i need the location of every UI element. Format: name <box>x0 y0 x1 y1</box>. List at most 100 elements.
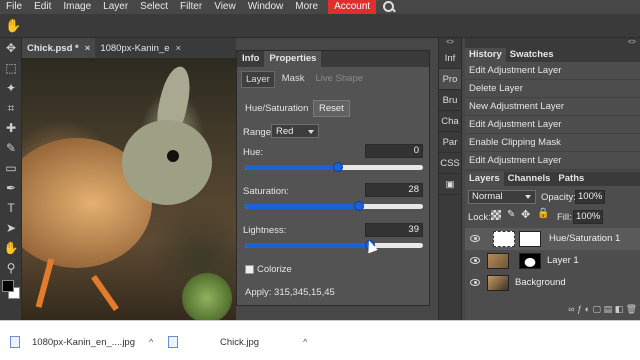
saturation-slider[interactable] <box>245 201 423 211</box>
tab-history[interactable]: History <box>465 48 506 62</box>
account-button[interactable]: Account <box>328 0 377 14</box>
tab-chick-psd[interactable]: Chick.psd * × <box>22 38 96 58</box>
hue-slider-thumb[interactable] <box>332 162 343 172</box>
close-icon[interactable]: × <box>176 43 182 54</box>
lock-paint-icon[interactable]: ✎ <box>507 209 515 220</box>
type-tool-icon[interactable]: T <box>3 200 19 216</box>
tab-properties[interactable]: Properties <box>264 51 322 67</box>
colorize-checkbox[interactable] <box>245 265 254 274</box>
collapsed-properties[interactable]: Pro <box>439 69 461 90</box>
layer-name: Hue/Saturation 1 <box>549 233 621 244</box>
history-item[interactable]: Edit Adjustment Layer <box>465 152 640 170</box>
canvas-rabbit-eye <box>167 150 179 162</box>
history-item[interactable]: Edit Adjustment Layer <box>465 62 640 80</box>
pen-tool-icon[interactable]: ✒ <box>3 180 19 196</box>
menu-filter[interactable]: Filter <box>174 0 208 14</box>
lock-transparency-icon[interactable] <box>491 210 501 220</box>
collapsed-paragraph[interactable]: Par <box>439 132 461 153</box>
saturation-value-field[interactable]: 28 <box>365 183 423 197</box>
subtab-live-shape[interactable]: Live Shape <box>311 71 367 88</box>
colorize-label: Colorize <box>257 264 292 275</box>
tab-kanin[interactable]: 1080px-Kanin_e × <box>95 38 186 58</box>
opacity-field[interactable]: 100% <box>575 190 605 204</box>
zoom-tool-icon[interactable]: ⚲ <box>3 260 19 276</box>
magic-wand-tool-icon[interactable]: ✦ <box>3 80 19 96</box>
saturation-label: Saturation: <box>243 186 289 197</box>
download-name: Chick.jpg <box>220 336 260 348</box>
eye-icon[interactable] <box>470 279 480 286</box>
hue-value-field[interactable]: 0 <box>365 144 423 158</box>
foreground-color-swatch[interactable] <box>2 280 14 292</box>
tab-layers[interactable]: Layers <box>465 172 504 186</box>
tab-channels[interactable]: Channels <box>504 172 555 186</box>
menu-select[interactable]: Select <box>134 0 174 14</box>
hue-slider[interactable] <box>245 162 423 172</box>
adjustment-title: Hue/Saturation <box>245 103 309 114</box>
menu-view[interactable]: View <box>208 0 242 14</box>
eye-icon[interactable] <box>470 257 480 264</box>
saturation-slider-thumb[interactable] <box>353 201 364 211</box>
history-item[interactable]: Delete Layer <box>465 80 640 98</box>
eye-icon[interactable] <box>470 235 480 242</box>
layer-row-hue-saturation[interactable]: Hue/Saturation 1 <box>465 228 640 250</box>
chevron-up-icon[interactable]: ^ <box>149 337 153 347</box>
hand-tool-icon[interactable]: ✋ <box>3 240 19 256</box>
tab-info[interactable]: Info <box>237 51 264 67</box>
panel-grip-icon[interactable]: <> <box>465 38 640 48</box>
crop-tool-icon[interactable]: ⌗ <box>3 100 19 116</box>
chevron-down-icon <box>525 195 531 199</box>
chevron-down-icon <box>308 130 314 134</box>
file-icon <box>10 336 20 348</box>
mask-thumbnail <box>519 253 541 269</box>
subtab-mask[interactable]: Mask <box>278 71 309 88</box>
healing-tool-icon[interactable]: ✚ <box>3 120 19 136</box>
panel-grip-icon[interactable]: <> <box>439 38 461 48</box>
marquee-tool-icon[interactable]: ⬚ <box>3 60 19 76</box>
menu-edit[interactable]: Edit <box>28 0 57 14</box>
collapsed-css[interactable]: CSS <box>439 153 461 174</box>
layer-name: Layer 1 <box>547 255 579 266</box>
document-canvas[interactable] <box>22 58 236 320</box>
search-icon[interactable] <box>382 0 396 14</box>
reset-button[interactable]: Reset <box>313 100 350 117</box>
tab-paths[interactable]: Paths <box>554 172 588 186</box>
canvas-chick-leg <box>35 258 55 308</box>
lightness-label: Lightness: <box>243 225 287 236</box>
download-item[interactable]: 1080px-Kanin_en_....jpg ^ <box>10 331 153 353</box>
tab-swatches[interactable]: Swatches <box>506 48 558 62</box>
history-item[interactable]: Edit Adjustment Layer <box>465 116 640 134</box>
layer-row-layer-1[interactable]: Layer 1 <box>465 250 640 272</box>
layer-actions-icons[interactable]: ∞ ƒ ◐ ▢ ▤ ◧ 🗑 <box>568 304 637 316</box>
blend-mode-select[interactable]: Normal <box>468 190 536 204</box>
hand-icon[interactable]: ✋ <box>5 18 21 34</box>
lightness-value-field[interactable]: 39 <box>365 223 423 237</box>
fill-field[interactable]: 100% <box>573 210 603 224</box>
menu-window[interactable]: Window <box>242 0 290 14</box>
gradient-tool-icon[interactable]: ▭ <box>3 160 19 176</box>
move-tool-icon[interactable]: ✥ <box>3 40 19 56</box>
range-select[interactable]: Red <box>271 124 319 138</box>
path-select-tool-icon[interactable]: ➤ <box>3 220 19 236</box>
menu-image[interactable]: Image <box>57 0 97 14</box>
lock-move-icon[interactable]: ✥ <box>521 208 530 221</box>
lock-label: Lock: <box>468 212 491 223</box>
collapsed-info[interactable]: Inf <box>439 48 461 69</box>
menu-layer[interactable]: Layer <box>97 0 134 14</box>
lock-all-icon[interactable]: 🔒 <box>537 208 549 219</box>
history-item[interactable]: Enable Clipping Mask <box>465 134 640 152</box>
chevron-up-icon[interactable]: ^ <box>303 337 307 347</box>
menu-more[interactable]: More <box>289 0 324 14</box>
download-item[interactable]: Chick.jpg ^ <box>168 331 307 353</box>
canvas-rabbit-head <box>122 120 212 205</box>
history-item[interactable]: New Adjustment Layer <box>465 98 640 116</box>
subtab-layer[interactable]: Layer <box>241 71 275 88</box>
range-value: Red <box>276 126 294 137</box>
image-icon[interactable]: ▣ <box>439 174 461 195</box>
lightness-slider[interactable] <box>245 240 423 250</box>
menu-file[interactable]: File <box>0 0 28 14</box>
layer-row-background[interactable]: Background <box>465 272 640 294</box>
brush-tool-icon[interactable]: ✎ <box>3 140 19 156</box>
collapsed-brush[interactable]: Bru <box>439 90 461 111</box>
close-icon[interactable]: × <box>85 43 91 54</box>
collapsed-character[interactable]: Cha <box>439 111 461 132</box>
